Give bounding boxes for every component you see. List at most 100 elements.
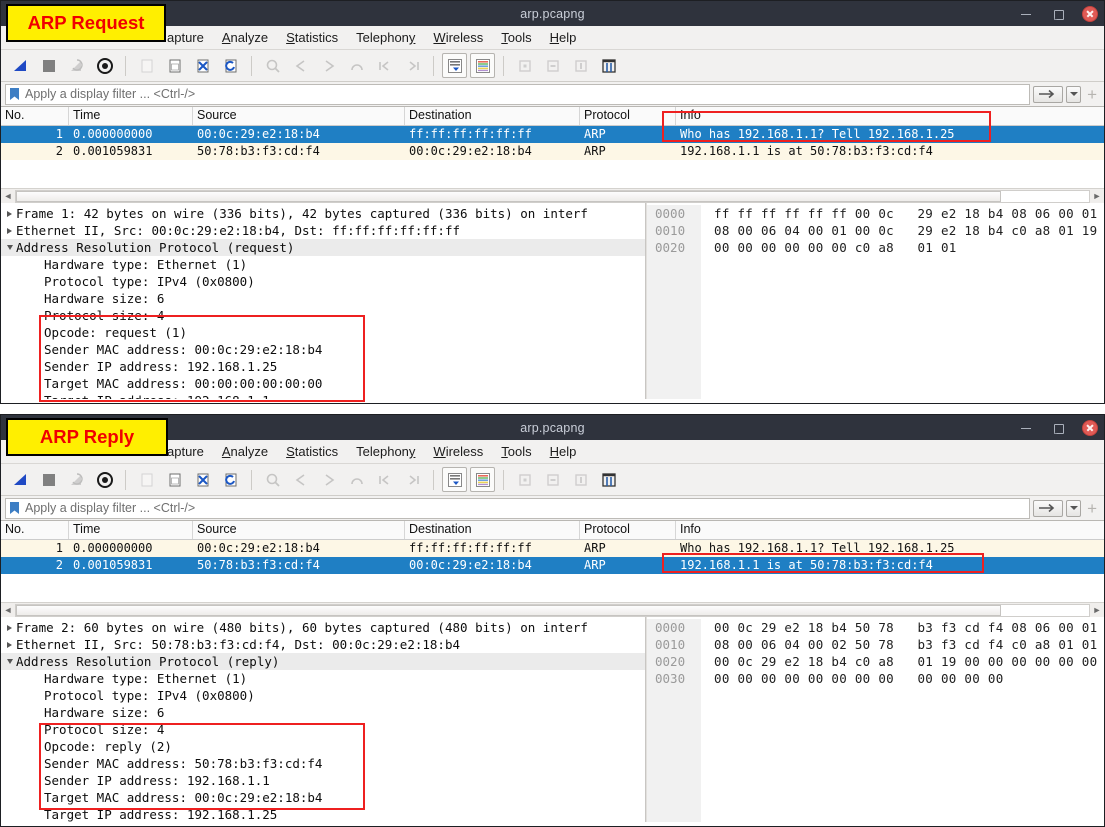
menu-analyze[interactable]: Analyze <box>213 28 277 47</box>
menu-statistics[interactable]: Statistics <box>277 442 347 461</box>
bookmark-icon[interactable] <box>9 501 20 515</box>
column-header-destination[interactable]: Destination <box>405 521 580 539</box>
packet-list-hscrollbar[interactable]: ◄ ► <box>1 602 1104 617</box>
zoom-in-icon[interactable] <box>512 53 537 78</box>
scrollbar-track[interactable] <box>15 603 1090 617</box>
menu-wireless[interactable]: Wireless <box>424 28 492 47</box>
go-first-packet-icon[interactable] <box>372 467 397 492</box>
menu-telephony[interactable]: Telephony <box>347 28 424 47</box>
scrollbar-thumb[interactable] <box>16 604 1001 616</box>
capture-options-icon[interactable] <box>92 53 117 78</box>
column-header-no[interactable]: No. <box>1 107 69 125</box>
stop-capture-icon[interactable] <box>36 53 61 78</box>
colorize-icon[interactable] <box>470 467 495 492</box>
table-row[interactable]: 2 0.001059831 50:78:b3:f3:cd:f4 00:0c:29… <box>1 557 1104 574</box>
detail-tree-row[interactable]: Sender MAC address: 50:78:b3:f3:cd:f4 <box>1 755 645 772</box>
detail-tree-row[interactable]: Target MAC address: 00:00:00:00:00:00 <box>1 375 645 392</box>
go-to-packet-icon[interactable] <box>344 53 369 78</box>
close-button[interactable] <box>1082 419 1098 436</box>
table-row[interactable]: 1 0.000000000 00:0c:29:e2:18:b4 ff:ff:ff… <box>1 540 1104 557</box>
colorize-icon[interactable] <box>470 53 495 78</box>
detail-tree-row[interactable]: Hardware type: Ethernet (1) <box>1 256 645 273</box>
search-input[interactable]: Apply a display filter ... <Ctrl-/> <box>5 83 1031 105</box>
packet-bytes-pane[interactable]: 0000 00 0c 29 e2 18 b4 50 78 b3 f3 cd f4 … <box>646 617 1104 822</box>
menu-tools[interactable]: Tools <box>492 442 540 461</box>
zoom-out-icon[interactable] <box>540 53 565 78</box>
detail-tree-row[interactable]: Ethernet II, Src: 00:0c:29:e2:18:b4, Dst… <box>1 222 645 239</box>
detail-tree-row[interactable]: Hardware type: Ethernet (1) <box>1 670 645 687</box>
column-header-protocol[interactable]: Protocol <box>580 521 676 539</box>
chevron-right-icon[interactable] <box>3 210 16 217</box>
find-packet-icon[interactable] <box>260 53 285 78</box>
column-header-destination[interactable]: Destination <box>405 107 580 125</box>
column-header-info[interactable]: Info <box>676 521 1104 539</box>
go-back-icon[interactable] <box>288 53 313 78</box>
filter-dropdown-icon[interactable] <box>1066 85 1082 103</box>
column-header-info[interactable]: Info <box>676 107 1104 125</box>
column-header-time[interactable]: Time <box>69 521 193 539</box>
search-input[interactable]: Apply a display filter ... <Ctrl-/> <box>5 497 1031 519</box>
zoom-reset-icon[interactable] <box>568 467 593 492</box>
menu-tools[interactable]: Tools <box>492 28 540 47</box>
bookmark-icon[interactable] <box>9 87 20 101</box>
detail-tree-row[interactable]: Address Resolution Protocol (request) <box>1 239 645 256</box>
detail-tree-row[interactable]: Frame 2: 60 bytes on wire (480 bits), 60… <box>1 619 645 636</box>
resize-columns-icon[interactable] <box>596 467 621 492</box>
detail-tree-row[interactable]: Hardware size: 6 <box>1 290 645 307</box>
column-header-protocol[interactable]: Protocol <box>580 107 676 125</box>
detail-tree-row[interactable]: Address Resolution Protocol (reply) <box>1 653 645 670</box>
zoom-out-icon[interactable] <box>540 467 565 492</box>
add-filter-button[interactable]: + <box>1084 86 1100 103</box>
scrollbar-track[interactable] <box>15 189 1090 203</box>
maximize-button[interactable] <box>1050 420 1066 436</box>
add-filter-button[interactable]: + <box>1084 500 1100 517</box>
detail-tree-row[interactable]: Protocol size: 4 <box>1 721 645 738</box>
start-capture-icon[interactable] <box>8 467 33 492</box>
capture-options-icon[interactable] <box>92 467 117 492</box>
detail-tree-row[interactable]: Protocol type: IPv4 (0x0800) <box>1 273 645 290</box>
table-row[interactable]: 1 0.000000000 00:0c:29:e2:18:b4 ff:ff:ff… <box>1 126 1104 143</box>
go-back-icon[interactable] <box>288 467 313 492</box>
detail-tree-row[interactable]: Protocol size: 4 <box>1 307 645 324</box>
packet-list-hscrollbar[interactable]: ◄ ► <box>1 188 1104 203</box>
restart-capture-icon[interactable] <box>64 467 89 492</box>
detail-tree-row[interactable]: Sender IP address: 192.168.1.1 <box>1 772 645 789</box>
hex-dump-row[interactable]: 0010 08 00 06 04 00 01 00 0c 29 e2 18 b4 … <box>647 222 1104 239</box>
close-button[interactable] <box>1082 5 1098 22</box>
open-file-icon[interactable] <box>134 467 159 492</box>
scroll-left-icon[interactable]: ◄ <box>1 605 15 615</box>
chevron-down-icon[interactable] <box>3 245 16 250</box>
auto-scroll-icon[interactable] <box>442 467 467 492</box>
close-file-icon[interactable] <box>190 467 215 492</box>
menu-help[interactable]: Help <box>541 442 586 461</box>
menu-help[interactable]: Help <box>541 28 586 47</box>
close-file-icon[interactable] <box>190 53 215 78</box>
menu-analyze[interactable]: Analyze <box>213 442 277 461</box>
go-forward-icon[interactable] <box>316 467 341 492</box>
chevron-right-icon[interactable] <box>3 624 16 631</box>
hex-dump-row[interactable]: 0020 00 0c 29 e2 18 b4 c0 a8 01 19 00 00 … <box>647 653 1104 670</box>
save-file-icon[interactable] <box>162 467 187 492</box>
column-header-no[interactable]: No. <box>1 521 69 539</box>
stop-capture-icon[interactable] <box>36 467 61 492</box>
go-first-packet-icon[interactable] <box>372 53 397 78</box>
table-row[interactable]: 2 0.001059831 50:78:b3:f3:cd:f4 00:0c:29… <box>1 143 1104 160</box>
detail-tree-row[interactable]: Target MAC address: 00:0c:29:e2:18:b4 <box>1 789 645 806</box>
find-packet-icon[interactable] <box>260 467 285 492</box>
menu-telephony[interactable]: Telephony <box>347 442 424 461</box>
auto-scroll-icon[interactable] <box>442 53 467 78</box>
open-file-icon[interactable] <box>134 53 159 78</box>
apply-filter-arrow-icon[interactable] <box>1033 499 1064 517</box>
detail-tree-row[interactable]: Opcode: reply (2) <box>1 738 645 755</box>
hex-dump-row[interactable]: 0020 00 00 00 00 00 00 c0 a8 01 01 <box>647 239 1104 256</box>
hex-dump-row[interactable]: 0030 00 00 00 00 00 00 00 00 00 00 00 00 <box>647 670 1104 687</box>
detail-tree-row[interactable]: Frame 1: 42 bytes on wire (336 bits), 42… <box>1 205 645 222</box>
packet-details-pane[interactable]: Frame 1: 42 bytes on wire (336 bits), 42… <box>1 203 646 399</box>
scroll-right-icon[interactable]: ► <box>1090 605 1104 615</box>
detail-tree-row[interactable]: Opcode: request (1) <box>1 324 645 341</box>
column-header-source[interactable]: Source <box>193 521 405 539</box>
hex-dump-row[interactable]: 0010 08 00 06 04 00 02 50 78 b3 f3 cd f4 … <box>647 636 1104 653</box>
zoom-in-icon[interactable] <box>512 467 537 492</box>
detail-tree-row[interactable]: Sender IP address: 192.168.1.25 <box>1 358 645 375</box>
apply-filter-arrow-icon[interactable] <box>1033 85 1064 103</box>
